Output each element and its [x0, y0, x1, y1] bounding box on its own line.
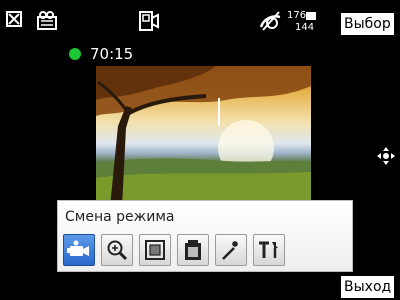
focus-marker: [218, 98, 220, 126]
exit-softkey[interactable]: Выход: [341, 276, 395, 298]
zoom-button[interactable]: [101, 234, 133, 266]
zoom-icon: [107, 240, 128, 261]
storage-bottom-value: 144: [295, 22, 315, 33]
camera-mode-icon: [37, 11, 57, 30]
preview-image: [96, 66, 311, 207]
video-camera-icon: [67, 240, 89, 256]
mode-buttons-row: [63, 234, 285, 268]
tools-icon: [259, 241, 278, 258]
close-icon: [8, 13, 20, 25]
storage-indicator: 176 144: [287, 10, 317, 34]
recording-timer: 70:15: [90, 45, 134, 63]
status-dot: [69, 48, 81, 60]
flash-button[interactable]: [215, 234, 247, 266]
close-button[interactable]: [6, 11, 22, 27]
mode-panel-title: Смена режима: [65, 209, 175, 225]
card-icon: [306, 12, 316, 20]
battery-button[interactable]: [177, 234, 209, 266]
mode-switch-panel: Смена режима: [57, 200, 353, 272]
navigation-pad-icon[interactable]: [377, 147, 395, 165]
battery-icon: [185, 240, 201, 260]
video-recorder-icon: [139, 11, 159, 31]
video-mode-button[interactable]: [63, 234, 95, 266]
frame-icon: [145, 240, 165, 260]
select-softkey[interactable]: Выбор: [341, 13, 394, 35]
settings-button[interactable]: [253, 234, 285, 266]
viewfinder-preview: [96, 66, 311, 207]
stabilizer-off-icon: [259, 11, 281, 31]
flash-icon: [222, 241, 238, 260]
storage-top-value: 176: [287, 10, 307, 21]
frame-button[interactable]: [139, 234, 171, 266]
